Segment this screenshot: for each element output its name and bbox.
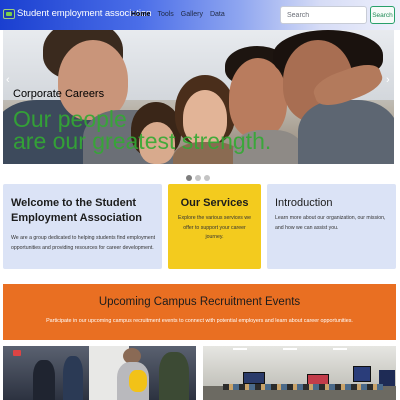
carousel-title-line1: Our people [13, 106, 127, 132]
events-title: Upcoming Campus Recruitment Events [98, 296, 301, 308]
welcome-card: Welcome to the Student Employment Associ… [3, 184, 162, 269]
intro-card[interactable]: Introduction Learn more about our organi… [267, 184, 396, 269]
brand-logo-icon [3, 8, 15, 19]
search-button[interactable]: Search [370, 6, 395, 24]
navbar: Student employment association Home Tool… [0, 0, 400, 30]
event-photo-left [3, 346, 196, 400]
carousel-title: Our people are our greatest strength. [13, 106, 272, 154]
carousel-indicator-2[interactable] [195, 175, 201, 181]
welcome-card-text: We are a group dedicated to helping stud… [11, 235, 156, 251]
events-banner: Upcoming Campus Recruitment Events Parti… [3, 284, 396, 340]
intro-card-title: Introduction [275, 197, 333, 209]
nav-links: Home Tools Gallery Data [131, 11, 225, 18]
brand[interactable]: Student employment association [3, 8, 151, 19]
nav-link-tools[interactable]: Tools [157, 11, 173, 18]
carousel-subtitle: Corporate Careers [13, 88, 105, 100]
carousel-prev-icon[interactable]: ‹ [6, 74, 10, 86]
carousel-indicators [186, 175, 210, 181]
nav-link-data[interactable]: Data [210, 11, 225, 18]
carousel-title-line2: are our greatest strength. [13, 128, 272, 154]
services-card-title: Our Services [180, 197, 249, 209]
carousel-indicator-3[interactable] [204, 175, 210, 181]
welcome-card-title: Welcome to the Student Employment Associ… [11, 197, 143, 224]
carousel-indicator-1[interactable] [186, 175, 192, 181]
services-card[interactable]: Our Services Explore the various service… [168, 184, 261, 269]
nav-link-gallery[interactable]: Gallery [181, 11, 203, 18]
hero-carousel: Corporate Careers Our people are our gre… [3, 30, 394, 164]
carousel-next-icon[interactable]: › [386, 74, 390, 86]
events-text: Participate in our upcoming campus recru… [46, 318, 353, 324]
search-input[interactable] [280, 6, 367, 24]
services-card-text: Explore the various services we offer to… [178, 215, 251, 241]
nav-link-home[interactable]: Home [131, 11, 150, 18]
event-photo-right [203, 346, 396, 400]
intro-card-text: Learn more about our organization, our m… [275, 215, 386, 231]
